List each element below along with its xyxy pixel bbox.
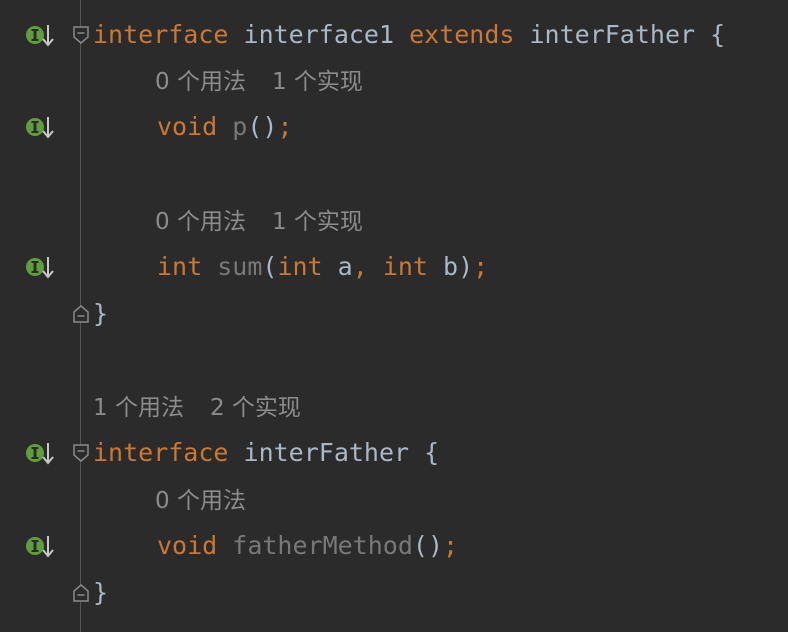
code-text[interactable]: interface interface1 extends interFather… bbox=[93, 15, 725, 55]
usages-hint-link[interactable]: 1 个用法 bbox=[93, 395, 184, 421]
code-token: fatherMethod bbox=[232, 531, 413, 560]
fold-close-icon[interactable] bbox=[71, 582, 91, 604]
implemented-gutter-icon[interactable] bbox=[25, 115, 55, 141]
implemented-gutter-icon[interactable] bbox=[25, 534, 55, 560]
code-text[interactable]: } bbox=[93, 573, 108, 613]
fold-open-icon[interactable] bbox=[71, 442, 91, 464]
inlay-hint-line: 0 个用法 1 个实现 bbox=[0, 62, 788, 102]
code-token: interface bbox=[93, 20, 229, 49]
usages-hint-link[interactable]: 0 个用法 bbox=[155, 69, 246, 95]
code-token: () bbox=[412, 531, 444, 560]
inlay-hint: 0 个用法 1 个实现 bbox=[155, 202, 363, 242]
code-token: int bbox=[157, 252, 203, 281]
code-line: interface interface1 extends interFather… bbox=[0, 15, 788, 55]
code-line: } bbox=[0, 573, 788, 613]
code-line: int sum(int a, int b); bbox=[0, 247, 788, 287]
inlay-hint-line: 1 个用法 2 个实现 bbox=[0, 388, 788, 428]
implementations-hint-link[interactable]: 2 个实现 bbox=[210, 395, 301, 421]
inlay-hint: 0 个用法 1 个实现 bbox=[155, 62, 363, 102]
code-token: extends bbox=[409, 20, 515, 49]
inlay-hint-line: 0 个用法 1 个实现 bbox=[0, 202, 788, 242]
usages-hint-link[interactable]: 0 个用法 bbox=[155, 488, 246, 514]
fold-close-icon[interactable] bbox=[71, 303, 91, 325]
implemented-gutter-icon[interactable] bbox=[25, 255, 55, 281]
code-token: interface1 bbox=[228, 20, 410, 49]
code-text[interactable]: int sum(int a, int b); bbox=[157, 247, 488, 287]
fold-open-icon[interactable] bbox=[71, 24, 91, 46]
code-token: a bbox=[322, 252, 353, 281]
code-token: ; bbox=[473, 252, 489, 281]
code-token: sum bbox=[217, 252, 263, 281]
code-token: } bbox=[93, 578, 109, 607]
code-text[interactable]: void fatherMethod(); bbox=[157, 526, 458, 566]
code-token: ; bbox=[443, 531, 459, 560]
code-line: interface interFather { bbox=[0, 433, 788, 473]
inlay-hint-line: 0 个用法 bbox=[0, 481, 788, 521]
code-text[interactable]: interface interFather { bbox=[93, 433, 439, 473]
implementations-hint-link[interactable]: 1 个实现 bbox=[272, 209, 363, 235]
code-token: void bbox=[157, 531, 218, 560]
code-token: () bbox=[247, 112, 278, 141]
code-token: interface bbox=[93, 438, 229, 467]
code-token: int bbox=[277, 252, 323, 281]
code-token: int bbox=[382, 252, 428, 281]
code-token: interFather { bbox=[514, 20, 726, 49]
code-token: , bbox=[352, 252, 368, 281]
code-token: } bbox=[93, 299, 109, 328]
implementations-hint-link[interactable]: 1 个实现 bbox=[272, 69, 363, 95]
code-token: interFather { bbox=[228, 438, 440, 467]
implemented-gutter-icon[interactable] bbox=[25, 23, 55, 49]
code-line: void p(); bbox=[0, 107, 788, 147]
code-text[interactable]: void p(); bbox=[157, 107, 293, 147]
code-token: b) bbox=[427, 252, 474, 281]
code-token: ; bbox=[277, 112, 293, 141]
inlay-hint: 1 个用法 2 个实现 bbox=[93, 388, 301, 428]
inlay-hint: 0 个用法 bbox=[155, 481, 246, 521]
usages-hint-link[interactable]: 0 个用法 bbox=[155, 209, 246, 235]
code-token: p bbox=[232, 112, 248, 141]
code-token: void bbox=[157, 112, 218, 141]
code-line: void fatherMethod(); bbox=[0, 526, 788, 566]
implemented-gutter-icon[interactable] bbox=[25, 441, 55, 467]
code-text[interactable]: } bbox=[93, 294, 108, 334]
code-token: ( bbox=[262, 252, 278, 281]
code-line: } bbox=[0, 294, 788, 334]
